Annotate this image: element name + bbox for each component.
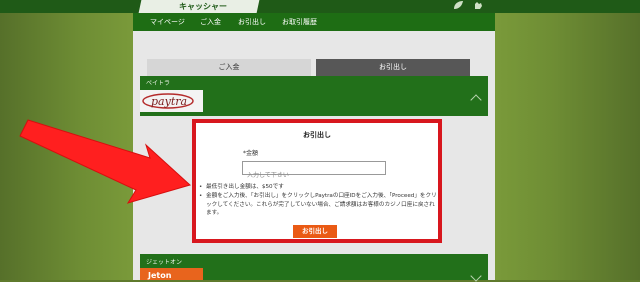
modal-title: お引出し bbox=[303, 131, 331, 139]
note-item: 最低引き出し金額は、$50です bbox=[199, 183, 440, 192]
withdraw-notes: 最低引き出し金額は、$50です 金額をご入力後、「お引出し」をクリックしPayt… bbox=[198, 183, 440, 218]
amount-field-wrapper bbox=[242, 161, 387, 182]
amount-label: *金額 bbox=[243, 150, 259, 157]
withdraw-button[interactable]: お引出し bbox=[293, 225, 337, 238]
amount-input[interactable] bbox=[243, 169, 387, 182]
note-item: 金額をご入力後、「お引出し」をクリックしPaytraの口座IDをご入力後、「Pr… bbox=[199, 192, 440, 218]
